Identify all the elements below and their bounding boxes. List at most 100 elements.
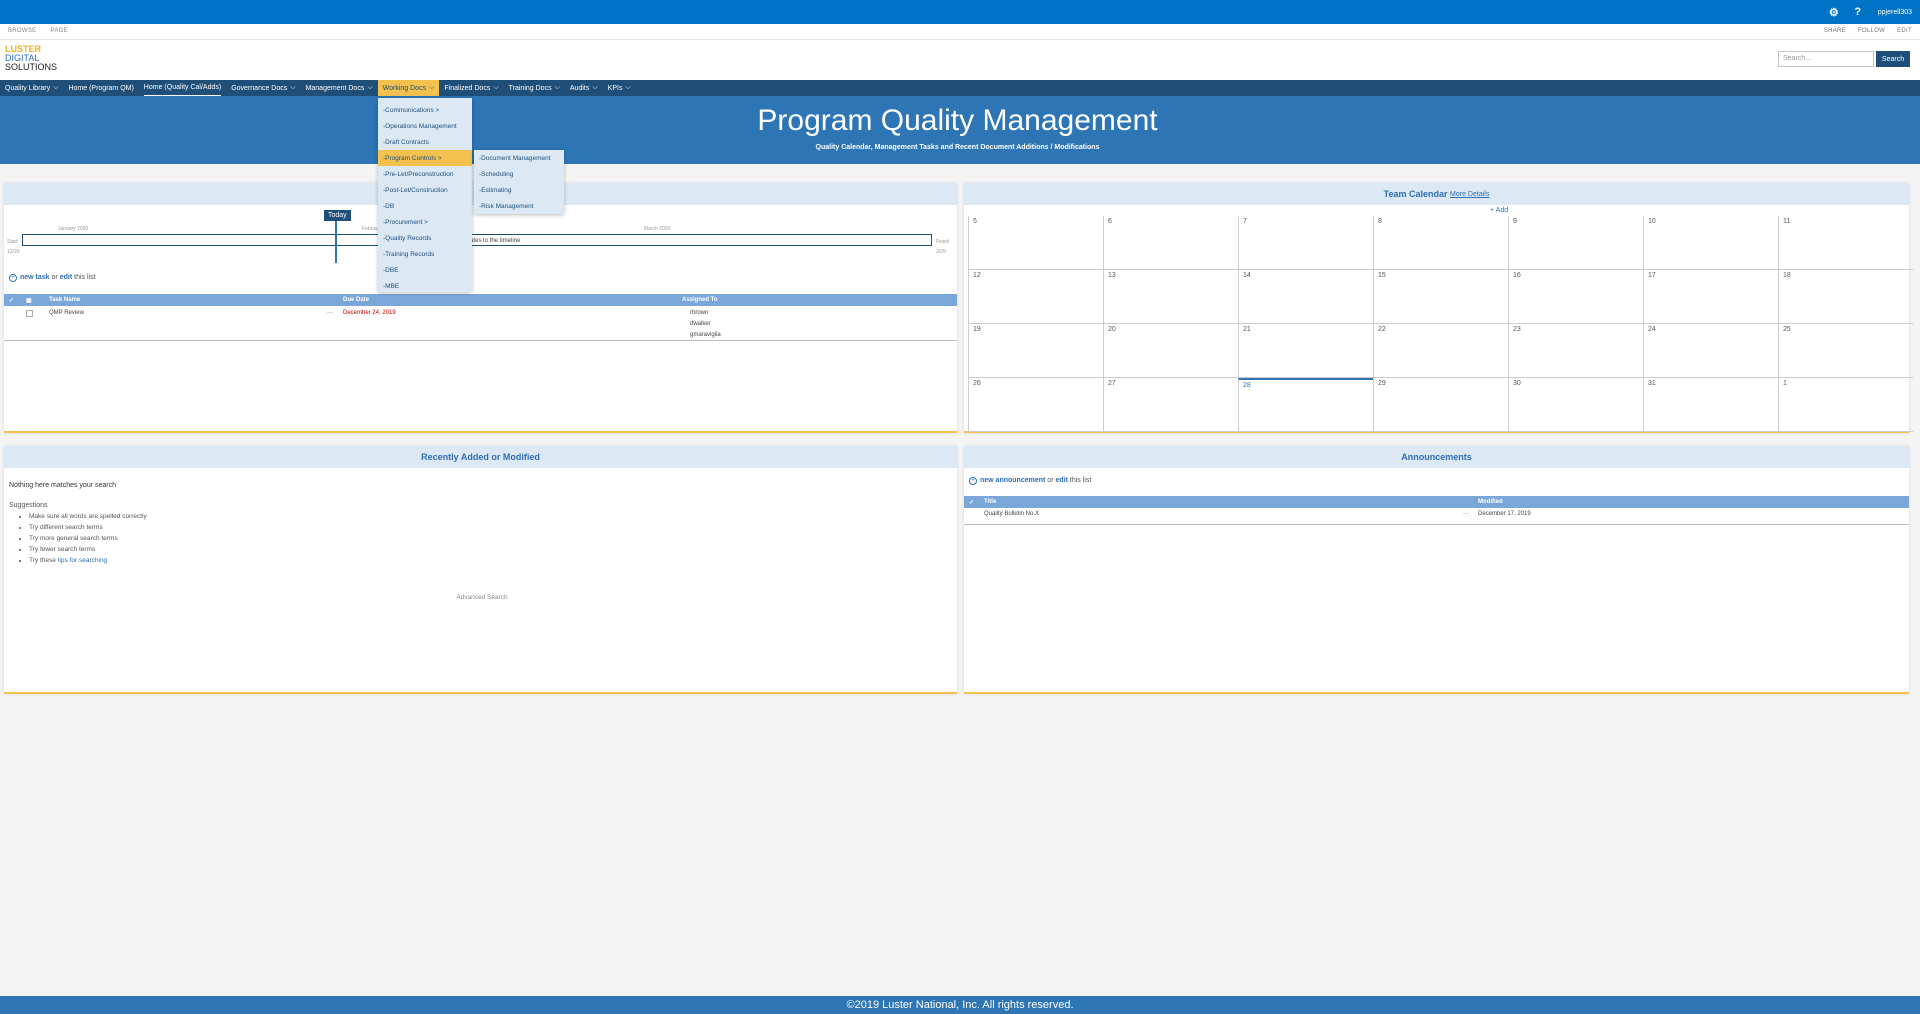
menu-item-scheduling[interactable]: -Scheduling — [474, 166, 564, 182]
calendar-day[interactable]: 25 — [1778, 324, 1913, 378]
calendar-day[interactable]: 10 — [1643, 216, 1778, 270]
calendar-day[interactable]: 7 — [1238, 216, 1373, 270]
calendar-add-link[interactable]: + Add — [1490, 207, 1508, 214]
edit-button[interactable]: EDIT — [1897, 28, 1912, 34]
announcement-title[interactable]: Quality Bulletin No.X — [984, 511, 1039, 517]
calendar-day[interactable]: 21 — [1238, 324, 1373, 378]
tab-page[interactable]: PAGE — [50, 28, 67, 34]
new-announcement-link[interactable]: new announcement — [980, 477, 1045, 484]
nav-management-docs[interactable]: Management Docs ⌵ — [306, 80, 373, 96]
assignee[interactable]: gmaravigila — [690, 332, 721, 338]
calendar-day[interactable]: 19 — [968, 324, 1103, 378]
calendar-day[interactable]: 9 — [1508, 216, 1643, 270]
nav-working-docs[interactable]: Working Docs ⌵ — [377, 80, 440, 96]
menu-item-quality-records[interactable]: -Quality Records — [378, 230, 472, 246]
menu-item-estimating[interactable]: -Estimating — [474, 182, 564, 198]
menu-item-operations-management[interactable]: -Operations Management — [378, 118, 472, 134]
calendar-day[interactable]: 13 — [1103, 270, 1238, 324]
calendar-day[interactable]: 12 — [968, 270, 1103, 324]
search-input[interactable]: Search... — [1778, 51, 1874, 67]
table-row[interactable]: QMP Review ··· December 24, 2019 rbrown … — [4, 310, 957, 338]
menu-item-post-let[interactable]: -Post-Let/Construction — [378, 182, 472, 198]
calendar-day[interactable]: 1 — [1778, 378, 1913, 432]
tasks-panel: January 2020 February March 2020 Start 1… — [4, 183, 957, 433]
calendar-day[interactable]: 11 — [1778, 216, 1913, 270]
calendar-day[interactable]: 24 — [1643, 324, 1778, 378]
calendar-day[interactable]: 23 — [1508, 324, 1643, 378]
nav-home-program-qm[interactable]: Home (Program QM) — [68, 80, 133, 96]
ellipsis-icon[interactable]: ··· — [327, 310, 333, 316]
calendar-day[interactable]: 28 — [1238, 378, 1373, 432]
calendar-day[interactable]: 30 — [1508, 378, 1643, 432]
calendar-day[interactable]: 17 — [1643, 270, 1778, 324]
calendar-day[interactable]: 16 — [1508, 270, 1643, 324]
menu-item-document-management[interactable]: -Document Management — [474, 150, 564, 166]
search-button[interactable]: Search — [1876, 51, 1910, 67]
no-results-text: Nothing here matches your search — [9, 482, 116, 489]
nav-quality-library[interactable]: Quality Library ⌵ — [5, 80, 58, 96]
ribbon: BROWSE PAGE SHARE FOLLOW EDIT — [0, 24, 1920, 40]
tips-link[interactable]: tips for searching — [58, 557, 108, 564]
calendar-day[interactable]: 31 — [1643, 378, 1778, 432]
nav-finalized-docs[interactable]: Finalized Docs ⌵ — [444, 80, 498, 96]
plus-icon[interactable]: + — [9, 274, 17, 282]
menu-item-program-controls[interactable]: -Program Controls > — [378, 150, 472, 166]
menu-item-db[interactable]: -DB — [378, 198, 472, 214]
menu-item-mbe[interactable]: -MBE — [378, 278, 472, 294]
calendar-day[interactable]: 29 — [1373, 378, 1508, 432]
user-menu[interactable]: ppjerell303 — [1870, 9, 1920, 16]
edit-list-link[interactable]: edit — [1055, 477, 1067, 484]
menu-item-training-records[interactable]: -Training Records — [378, 246, 472, 262]
table-row[interactable]: Quality Bulletin No.X ··· December 17, 2… — [964, 511, 1909, 521]
calendar-day[interactable]: 26 — [968, 378, 1103, 432]
calendar-day[interactable]: 14 — [1238, 270, 1373, 324]
select-all-checkbox[interactable]: ✓ — [9, 297, 14, 304]
calendar-day[interactable]: 8 — [1373, 216, 1508, 270]
share-button[interactable]: SHARE — [1824, 28, 1846, 34]
calendar-day[interactable]: 6 — [1103, 216, 1238, 270]
menu-item-pre-let[interactable]: -Pre-Let/Preconstruction — [378, 166, 472, 182]
select-all-checkbox[interactable]: ✓ — [969, 499, 974, 506]
advanced-search-link[interactable]: Advanced Search — [4, 594, 960, 601]
nav-kpis[interactable]: KPIs ⌵ — [608, 80, 631, 96]
assignee[interactable]: dwalker — [690, 321, 711, 327]
grid-border — [4, 340, 957, 341]
calendar-day[interactable]: 22 — [1373, 324, 1508, 378]
calendar-day[interactable]: 20 — [1103, 324, 1238, 378]
calendar-day[interactable]: 27 — [1103, 378, 1238, 432]
site-logo[interactable]: LUSTER DIGITAL SOLUTIONS — [5, 45, 57, 72]
tab-browse[interactable]: BROWSE — [8, 28, 36, 34]
help-icon[interactable]: ? — [1846, 0, 1870, 24]
menu-item-procurement[interactable]: -Procurement > — [378, 214, 472, 230]
new-task-link[interactable]: new task — [20, 274, 50, 281]
column-assigned-to[interactable]: Assigned To — [682, 297, 718, 303]
edit-list-link[interactable]: edit — [60, 274, 72, 281]
menu-item-communications[interactable]: -Communications > — [378, 102, 472, 118]
nav-training-docs[interactable]: Training Docs ⌵ — [509, 80, 560, 96]
column-modified[interactable]: Modified — [1478, 499, 1503, 505]
calendar-day[interactable]: 18 — [1778, 270, 1913, 324]
calendar-day[interactable]: 5 — [968, 216, 1103, 270]
row-checkbox[interactable] — [26, 310, 33, 317]
task-name[interactable]: QMP Review — [49, 310, 84, 316]
calendar-day-number: 18 — [1783, 272, 1791, 279]
timeline-finish-date: 3/29 — [936, 249, 946, 255]
column-due-date[interactable]: Due Date — [343, 297, 369, 303]
assignee[interactable]: rbrown — [690, 310, 708, 316]
column-title[interactable]: Title — [984, 499, 996, 505]
menu-item-risk-management[interactable]: -Risk Management — [474, 198, 564, 214]
nav-governance-docs[interactable]: Governance Docs ⌵ — [231, 80, 295, 96]
calendar-day[interactable]: 15 — [1373, 270, 1508, 324]
plus-icon[interactable]: + — [969, 477, 977, 485]
follow-button[interactable]: FOLLOW — [1858, 28, 1885, 34]
nav-audits[interactable]: Audits ⌵ — [570, 80, 598, 96]
gear-icon[interactable]: ⚙ — [1822, 0, 1846, 24]
more-details-link[interactable]: More Details — [1450, 191, 1489, 198]
or-text: or — [1047, 477, 1054, 484]
menu-item-draft-contracts[interactable]: -Draft Contracts — [378, 134, 472, 150]
menu-item-dbe[interactable]: -DBE — [378, 262, 472, 278]
nav-home-quality-cal[interactable]: Home (Quality Cal/Adds) — [143, 80, 222, 96]
suggestions-block: Suggestions Make sure all words are spel… — [9, 502, 147, 566]
column-task-name[interactable]: Task Name — [49, 297, 80, 303]
ellipsis-icon[interactable]: ··· — [1463, 511, 1469, 517]
